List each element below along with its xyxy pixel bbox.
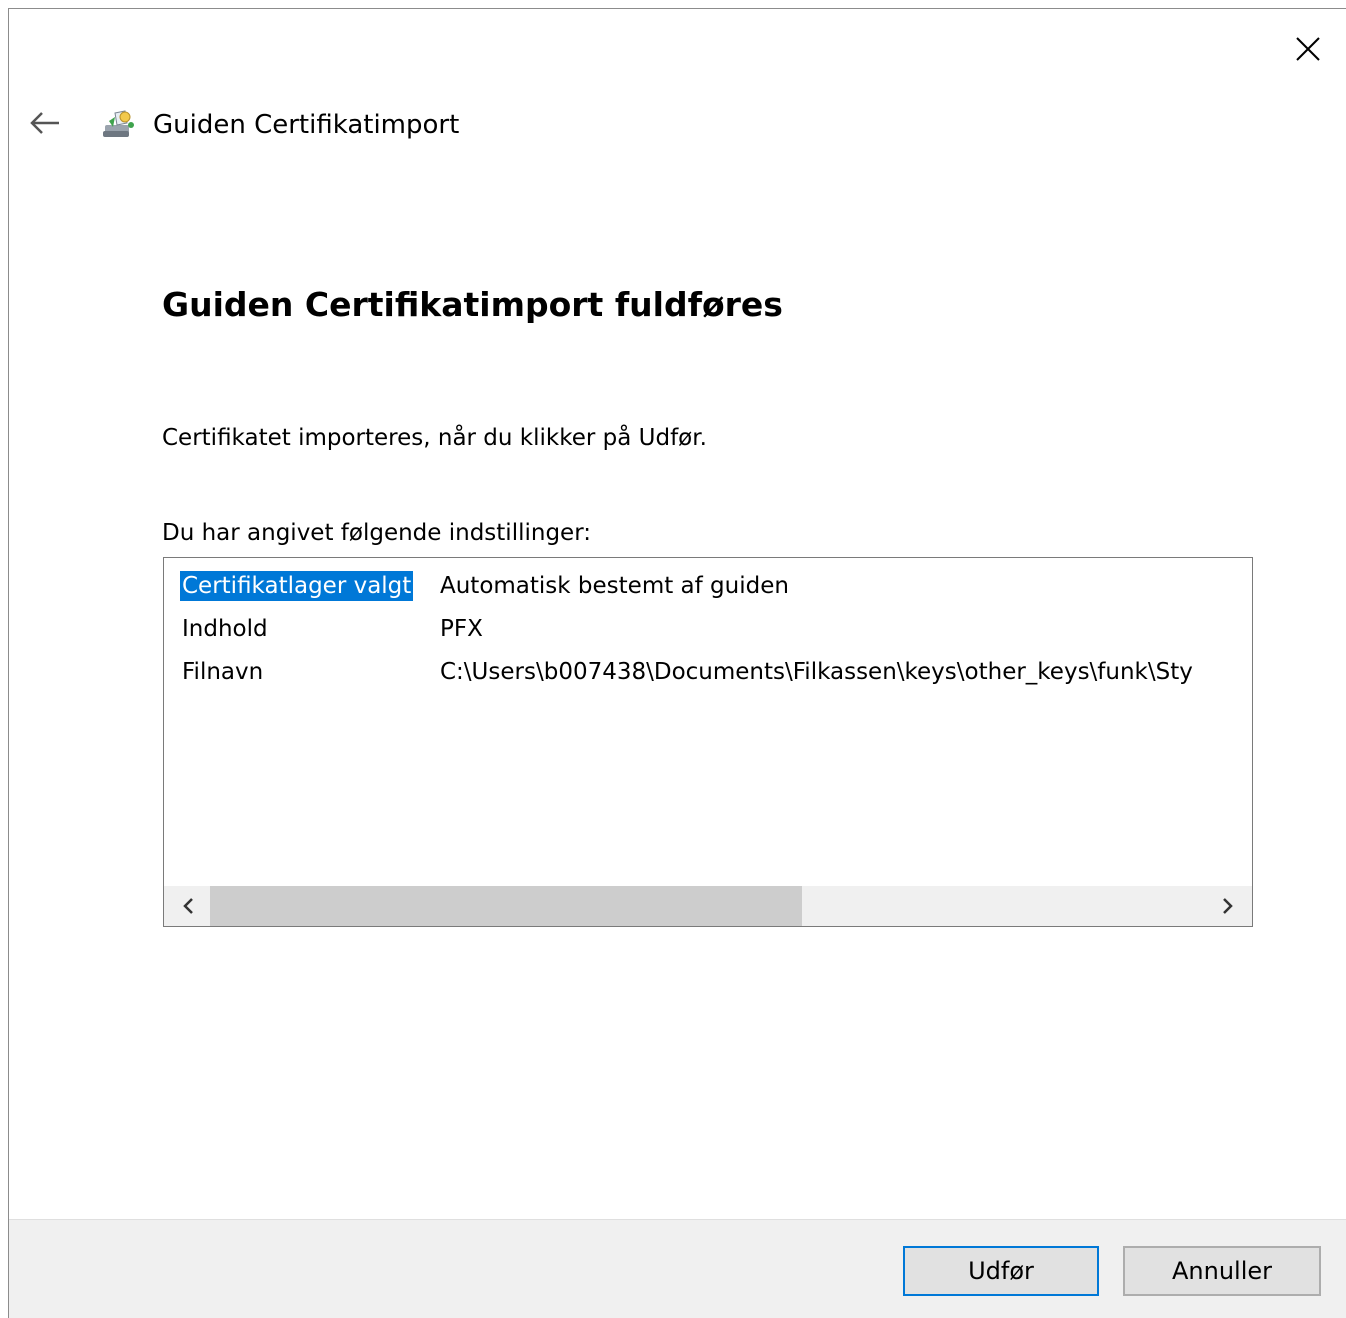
page-description: Certifikatet importeres, når du klikker … [162, 425, 707, 451]
settings-row-store[interactable]: Certifikatlager valgt Automatisk bestemt… [180, 564, 1248, 607]
scroll-left-button[interactable] [170, 886, 206, 926]
finish-button[interactable]: Udfør [903, 1246, 1099, 1296]
settings-key: Filnavn [180, 659, 440, 685]
page-heading: Guiden Certifikatimport fuldføres [162, 285, 783, 324]
cancel-button[interactable]: Annuller [1123, 1246, 1321, 1296]
dialog-footer: Udfør Annuller [9, 1219, 1346, 1318]
scroll-right-button[interactable] [1210, 886, 1246, 926]
chevron-right-icon [1223, 898, 1233, 914]
settings-label: Du har angivet følgende indstillinger: [162, 520, 591, 546]
settings-key-text: Filnavn [182, 658, 264, 685]
close-icon [1296, 37, 1320, 61]
settings-key: Certifikatlager valgt [180, 570, 440, 601]
back-arrow-icon [30, 112, 59, 134]
settings-key-text: Indhold [182, 615, 268, 642]
settings-list[interactable]: Certifikatlager valgt Automatisk bestemt… [163, 557, 1253, 927]
window-title: Guiden Certifikatimport [153, 110, 460, 140]
settings-row-content[interactable]: Indhold PFX [180, 607, 1248, 650]
settings-row-filename[interactable]: Filnavn C:\Users\b007438\Documents\Filka… [180, 650, 1248, 693]
certificate-wizard-icon [101, 107, 137, 143]
settings-value: Automatisk bestemt af guiden [440, 572, 789, 599]
settings-key: Indhold [180, 616, 440, 642]
settings-rows: Certifikatlager valgt Automatisk bestemt… [180, 564, 1248, 693]
close-button[interactable] [1290, 31, 1326, 67]
scrollbar-thumb[interactable] [210, 886, 802, 926]
settings-value: PFX [440, 615, 483, 642]
settings-key-text: Certifikatlager valgt [180, 570, 414, 601]
chevron-left-icon [183, 898, 193, 914]
horizontal-scrollbar[interactable] [164, 886, 1252, 926]
settings-value: C:\Users\b007438\Documents\Filkassen\key… [440, 658, 1193, 685]
wizard-window: Guiden Certifikatimport Guiden Certifika… [8, 8, 1346, 1318]
back-button[interactable] [27, 107, 63, 139]
